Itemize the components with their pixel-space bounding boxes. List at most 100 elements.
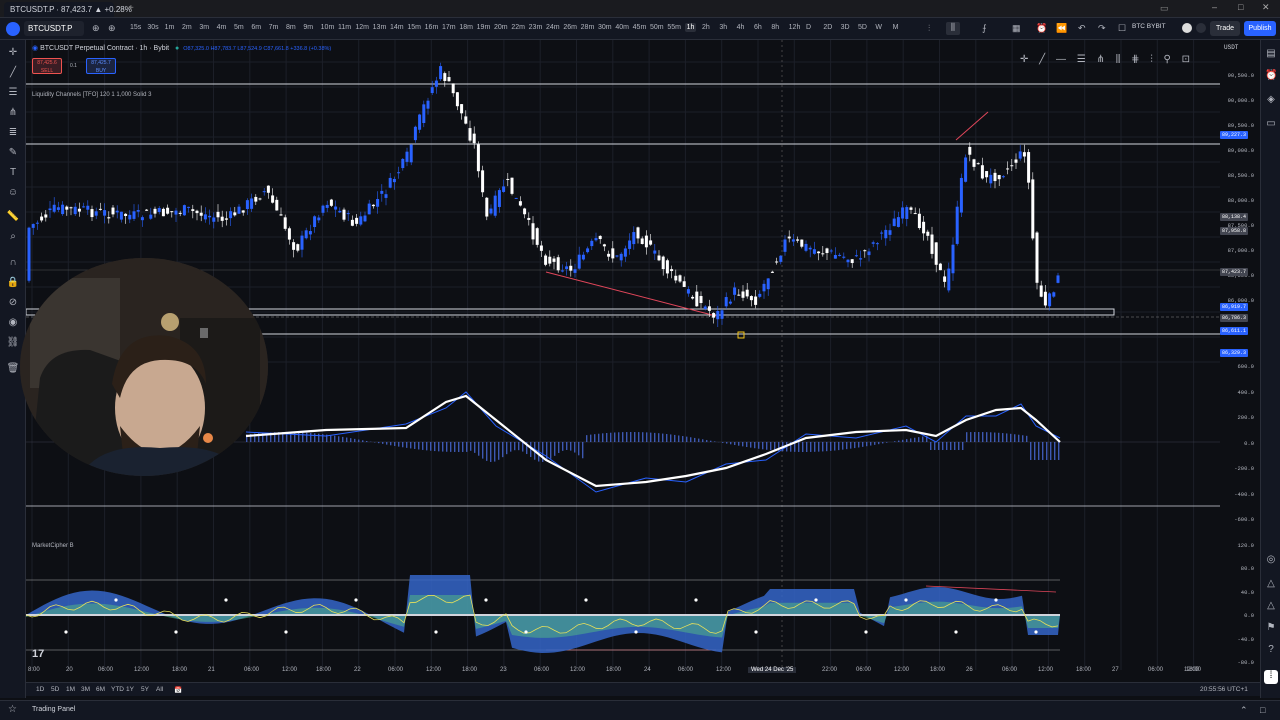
timeframe-4h[interactable]: 4h bbox=[737, 24, 745, 31]
range-6m[interactable]: 6M bbox=[96, 686, 105, 693]
replay-icon[interactable]: ⏪ bbox=[1056, 23, 1067, 34]
timeframe-2h[interactable]: 2h bbox=[702, 24, 710, 31]
trash-icon[interactable]: 🗑 bbox=[6, 362, 20, 376]
sell-button[interactable]: 87,425.6 SELL bbox=[32, 58, 62, 74]
timeframe-w[interactable]: W bbox=[875, 24, 882, 31]
range-1d[interactable]: 1D bbox=[36, 686, 44, 693]
legend-title[interactable]: BTCUSDT Perpetual Contract · 1h · Bybit bbox=[40, 45, 169, 52]
timeframe-28m[interactable]: 28m bbox=[581, 24, 595, 31]
goto-date-icon[interactable]: 📅 bbox=[174, 686, 182, 694]
prediction-tool-icon[interactable]: ⚲ bbox=[1164, 54, 1171, 65]
layers-icon[interactable]: ◈ bbox=[1265, 94, 1277, 106]
maximize-icon[interactable]: □ bbox=[1238, 2, 1243, 12]
timeframe-40m[interactable]: 40m bbox=[615, 24, 629, 31]
extensions-icon[interactable]: ▭ bbox=[1160, 3, 1169, 14]
timeframe-18m[interactable]: 18m bbox=[459, 24, 473, 31]
timeframe-23m[interactable]: 23m bbox=[529, 24, 543, 31]
timeframe-1m[interactable]: 1m bbox=[165, 24, 175, 31]
text-icon[interactable]: T bbox=[6, 166, 20, 180]
timeframe-3d[interactable]: 3D bbox=[841, 24, 850, 31]
indicator-label-marketcipher[interactable]: MarketCipher B bbox=[32, 543, 74, 549]
collapse-icon[interactable]: ⌃ bbox=[1240, 705, 1248, 716]
lock-drawings-icon[interactable]: ⊘ bbox=[6, 296, 20, 310]
timeframe-17m[interactable]: 17m bbox=[442, 24, 456, 31]
browser-tab-active[interactable]: BTCUSDT.P ∙ 87,423.7 ▲ +0.28% bbox=[4, 2, 132, 17]
layout-icon[interactable]: ▦ bbox=[1012, 23, 1021, 34]
indicators-icon[interactable]: ⨍ bbox=[982, 23, 987, 34]
pitch-tool-icon[interactable]: ⋔ bbox=[1097, 54, 1105, 65]
ruler-icon[interactable]: 📏 bbox=[6, 210, 20, 224]
timeframe-19m[interactable]: 19m bbox=[477, 24, 491, 31]
timeframe-8m[interactable]: 8m bbox=[286, 24, 296, 31]
range-1m[interactable]: 1M bbox=[66, 686, 75, 693]
line-tool-icon[interactable]: ╱ bbox=[1039, 54, 1045, 65]
link-icon[interactable]: ⛓ bbox=[6, 336, 20, 350]
account-icon[interactable] bbox=[1196, 23, 1206, 33]
zoom-icon[interactable]: ⌕ bbox=[6, 230, 20, 244]
timeframe-9m[interactable]: 9m bbox=[303, 24, 313, 31]
bell-icon[interactable]: △ bbox=[1265, 600, 1277, 612]
timeframe-6m[interactable]: 6m bbox=[251, 24, 261, 31]
symbol-search[interactable]: BTCUSDT.P bbox=[24, 21, 84, 36]
chat-icon[interactable]: ▭ bbox=[1265, 118, 1277, 130]
trading-panel-label[interactable]: Trading Panel bbox=[32, 706, 75, 713]
trade-button[interactable]: Trade bbox=[1210, 21, 1240, 36]
close-icon[interactable]: ✕ bbox=[1262, 2, 1270, 13]
alert-icon[interactable]: ⏰ bbox=[1036, 23, 1047, 34]
timeframe-d[interactable]: D bbox=[806, 24, 811, 31]
trendline-icon[interactable]: ╱ bbox=[6, 66, 20, 80]
eye-icon[interactable]: ◉ bbox=[6, 316, 20, 330]
timeframe-26m[interactable]: 26m bbox=[563, 24, 577, 31]
horizontal-lines-icon[interactable]: ☰ bbox=[6, 86, 20, 100]
publish-button[interactable]: Publish bbox=[1244, 21, 1276, 36]
bars-icon[interactable]: ⫼ bbox=[946, 22, 960, 35]
settings-icon[interactable] bbox=[1182, 23, 1192, 33]
warning-icon[interactable]: △ bbox=[1265, 578, 1277, 590]
channel-tool-icon[interactable]: ☰ bbox=[1077, 54, 1086, 65]
timeframe-8h[interactable]: 8h bbox=[771, 24, 779, 31]
redo-icon[interactable]: ↷ bbox=[1098, 23, 1106, 34]
range-5y[interactable]: 5Y bbox=[141, 686, 149, 693]
lock-icon[interactable]: 🔒 bbox=[6, 276, 20, 290]
timeframe-7m[interactable]: 7m bbox=[269, 24, 279, 31]
minimize-icon[interactable]: – bbox=[1212, 2, 1217, 12]
brush-icon[interactable]: ✎ bbox=[6, 146, 20, 160]
crosshair-icon[interactable]: ✛ bbox=[6, 46, 20, 60]
timeframe-20m[interactable]: 20m bbox=[494, 24, 508, 31]
currency-label[interactable]: USDT bbox=[1224, 44, 1238, 51]
timeframe-16m[interactable]: 16m bbox=[425, 24, 439, 31]
broker-label[interactable]: BTC BYBIT bbox=[1132, 23, 1166, 30]
timeframe-2d[interactable]: 2D bbox=[823, 24, 832, 31]
timeframe-22m[interactable]: 22m bbox=[511, 24, 525, 31]
timeframe-5m[interactable]: 5m bbox=[234, 24, 244, 31]
alerts-icon[interactable]: ⏰ bbox=[1265, 70, 1277, 82]
time-axis[interactable]: 8:00 20 06:00 12:00 18:00 21 06:00 12:00 18:00 22… bbox=[26, 666, 1220, 678]
timeframe-3h[interactable]: 3h bbox=[719, 24, 727, 31]
crosshair-tool-icon[interactable]: ✛ bbox=[1020, 54, 1028, 65]
timeframe-55m[interactable]: 55m bbox=[667, 24, 681, 31]
maximize-panel-icon[interactable]: □ bbox=[1260, 705, 1265, 715]
timeframe-15s[interactable]: 15s bbox=[130, 24, 141, 31]
new-tab-icon[interactable]: + bbox=[128, 3, 134, 14]
star-icon[interactable]: ☆ bbox=[8, 704, 20, 716]
help-icon[interactable]: ? bbox=[1265, 644, 1277, 656]
checkbox-icon[interactable]: ☐ bbox=[1118, 23, 1126, 34]
timeframe-15m[interactable]: 15m bbox=[407, 24, 421, 31]
timeframe-45m[interactable]: 45m bbox=[633, 24, 647, 31]
fib-icon[interactable]: ≣ bbox=[6, 126, 20, 140]
price-axis[interactable]: 90,500.0 90,000.0 89,500.0 89,000.0 88,500.0… bbox=[1220, 40, 1260, 680]
buy-button[interactable]: 87,425.7 BUY bbox=[86, 58, 116, 74]
timeframe-4m[interactable]: 4m bbox=[217, 24, 227, 31]
frame-tool-icon[interactable]: ⊡ bbox=[1182, 54, 1190, 65]
pitchfork-icon[interactable]: ⋔ bbox=[6, 106, 20, 120]
target-icon[interactable]: ◎ bbox=[1265, 554, 1277, 566]
timeframe-5d[interactable]: 5D bbox=[858, 24, 867, 31]
timeframe-12h[interactable]: 12h bbox=[789, 24, 801, 31]
range-3m[interactable]: 3M bbox=[81, 686, 90, 693]
timeframe-m[interactable]: M bbox=[893, 24, 899, 31]
add-symbol-icon[interactable]: ⊕ bbox=[108, 23, 116, 34]
clock-label[interactable]: 20:55:56 UTC+1 bbox=[1200, 686, 1248, 693]
timeframe-12m[interactable]: 12m bbox=[355, 24, 369, 31]
timeframe-24m[interactable]: 24m bbox=[546, 24, 560, 31]
hline-tool-icon[interactable]: — bbox=[1056, 54, 1066, 65]
